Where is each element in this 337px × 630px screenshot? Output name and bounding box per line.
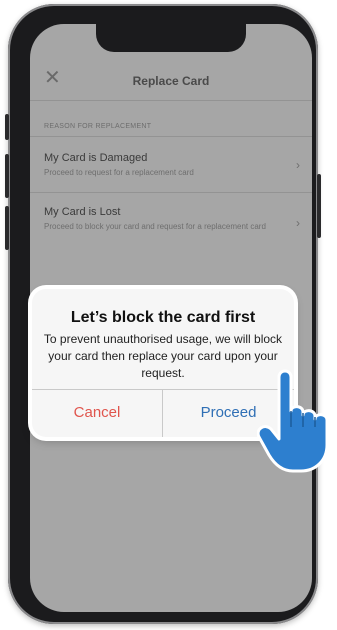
option-subtitle: Proceed to block your card and request f… (44, 222, 266, 231)
dialog-title: Let’s block the card first (70, 309, 256, 326)
option-title: My Card is Lost (44, 206, 121, 218)
option-subtitle: Proceed to request for a replacement car… (44, 168, 194, 177)
volume-up-button (5, 154, 9, 198)
option-divider (30, 192, 312, 193)
chevron-right-icon: › (296, 216, 300, 230)
block-card-dialog: Let’s block the card first To prevent un… (32, 289, 294, 437)
notch (96, 24, 246, 52)
pointing-hand-icon (257, 369, 329, 473)
chevron-right-icon: › (296, 158, 300, 172)
option-card-lost[interactable]: My Card is Lost Proceed to block your ca… (44, 206, 284, 232)
cancel-button[interactable]: Cancel (32, 389, 162, 437)
option-card-damaged[interactable]: My Card is Damaged Proceed to request fo… (44, 152, 284, 178)
option-title: My Card is Damaged (44, 152, 148, 164)
page-title: Replace Card (132, 74, 210, 88)
top-bar: ✕ Replace Card (30, 60, 312, 100)
header-divider (30, 100, 312, 101)
dialog-message: To prevent unauthorised usage, we will b… (43, 332, 283, 380)
volume-down-button (5, 206, 9, 250)
section-divider (30, 136, 312, 137)
power-button (317, 174, 321, 238)
section-label: REASON FOR REPLACEMENT (44, 123, 152, 130)
mute-switch (5, 114, 9, 140)
